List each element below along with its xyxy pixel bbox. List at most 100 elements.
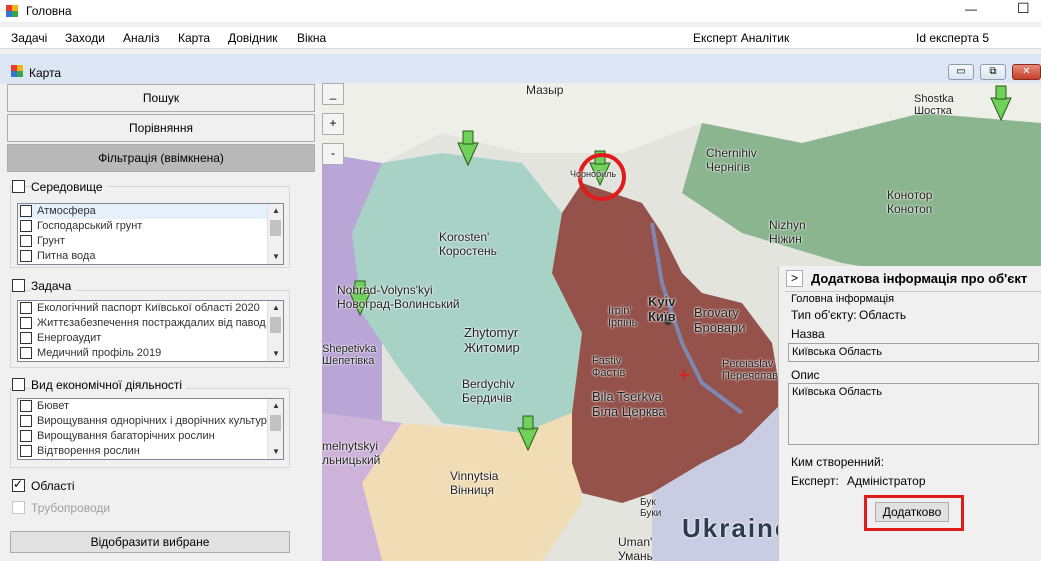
map-window-title: Карта bbox=[29, 66, 62, 80]
list-item[interactable]: Екологічний паспорт Київської області 20… bbox=[18, 301, 283, 316]
activity-list[interactable]: Бювет Вирощування однорічних і дворічних… bbox=[17, 398, 284, 460]
list-item[interactable]: Атмосфера bbox=[18, 204, 283, 219]
list-item[interactable]: Господарський грунт bbox=[18, 219, 283, 234]
environment-label: Середовище bbox=[31, 180, 107, 194]
map-label: Конотор Конотоп bbox=[887, 188, 933, 216]
list-item-label: Життєзабезпечення постраждалих від павод bbox=[37, 317, 266, 329]
map-label: Shepetivka Шепетівка bbox=[322, 343, 377, 367]
activity-checkbox[interactable] bbox=[12, 378, 25, 391]
map-label: Чорнобиль bbox=[570, 169, 617, 179]
task-checkbox[interactable] bbox=[12, 279, 25, 292]
task-label: Задача bbox=[31, 279, 76, 293]
type-label: Тип об'єкту: bbox=[791, 308, 857, 322]
section-label: Головна інформація bbox=[791, 293, 895, 305]
list-item-label: Питна вода bbox=[37, 250, 96, 262]
map-label: Shostka Шостка bbox=[914, 93, 954, 117]
zoom-out-button[interactable]: - bbox=[322, 143, 344, 165]
zoom-in-button[interactable]: + bbox=[322, 113, 344, 135]
menu-reference[interactable]: Довідник bbox=[228, 31, 278, 45]
map-restore-button[interactable]: ⧉ bbox=[980, 64, 1006, 80]
map-label: Berdychiv Бердичів bbox=[462, 377, 515, 405]
list-item-label: Відтворення рослин bbox=[37, 445, 140, 457]
list-item-label: Атмосфера bbox=[37, 205, 96, 217]
map-minimize-button[interactable]: ▭ bbox=[948, 64, 974, 80]
divider bbox=[785, 291, 1041, 292]
info-panel: > Додаткова інформація про об'єкт Головн… bbox=[778, 266, 1041, 561]
regions-checkbox[interactable] bbox=[12, 477, 25, 492]
expert-label: Експерт: bbox=[791, 474, 839, 488]
list-item[interactable]: Життєзабезпечення постраждалих від павод bbox=[18, 316, 283, 331]
map-label: Nizhyn Ніжин bbox=[769, 218, 806, 246]
app-title: Головна bbox=[26, 4, 72, 18]
pipelines-checkbox bbox=[12, 501, 25, 514]
list-item[interactable]: Медичний профіль 2019 bbox=[18, 346, 283, 361]
filter-button[interactable]: Фільтрація (ввімкнена) bbox=[7, 144, 315, 172]
menu-tasks[interactable]: Задачі bbox=[11, 31, 47, 45]
list-item[interactable]: Відтворення рослин bbox=[18, 444, 283, 459]
map-label: Korosten' Коростень bbox=[439, 230, 497, 258]
map-label: Uman' Умань bbox=[618, 535, 653, 561]
map-label: Бук Буки bbox=[640, 497, 662, 519]
menu-bar: Задачі Заходи Аналіз Карта Довідник Вікн… bbox=[0, 27, 1041, 49]
map-label: Irpin' Ірпінь bbox=[608, 305, 638, 329]
list-item-label: Вирощування однорічних і дворічних культ… bbox=[37, 415, 267, 427]
list-item-label: Грунт bbox=[37, 235, 65, 247]
environment-list[interactable]: Атмосфера Господарський грунт Грунт Питн… bbox=[17, 203, 284, 265]
app-title-bar: Головна — ☐ bbox=[0, 0, 1041, 22]
name-label: Назва bbox=[791, 327, 825, 341]
map-window-icon bbox=[11, 65, 23, 77]
list-item[interactable]: Вирощування багаторічних рослин bbox=[18, 429, 283, 444]
list-item[interactable]: Грунт bbox=[18, 234, 283, 249]
list-item[interactable]: Бювет bbox=[18, 399, 283, 414]
list-item-label: Медичний профіль 2019 bbox=[37, 347, 162, 359]
type-value: Область bbox=[859, 308, 907, 322]
list-item-label: Енергоаудит bbox=[37, 332, 102, 344]
pipelines-label: Трубопроводи bbox=[31, 501, 111, 515]
map-label: Fastiv Фастів bbox=[592, 355, 626, 379]
compare-button[interactable]: Порівняння bbox=[7, 114, 315, 142]
list-item-label: Екологічний паспорт Київської області 20… bbox=[37, 302, 260, 314]
menu-windows[interactable]: Вікна bbox=[297, 31, 326, 45]
map-label: Zhytomyr Житомир bbox=[464, 325, 520, 355]
created-by-label: Ким створенний: bbox=[791, 455, 885, 469]
map-label: Ukraine bbox=[682, 513, 792, 543]
regions-label: Області bbox=[31, 479, 75, 493]
list-item[interactable]: Питна вода bbox=[18, 249, 283, 264]
map-label: Nohrad-Volyns'kyi Новоград-Волинський bbox=[337, 283, 460, 311]
show-selected-button[interactable]: Відобразити вибране bbox=[10, 531, 290, 553]
menu-analysis[interactable]: Аналіз bbox=[123, 31, 159, 45]
list-scrollbar[interactable]: ▲ ▼ bbox=[267, 399, 283, 459]
activity-label: Вид економічної діяльності bbox=[31, 378, 187, 392]
zoom-reset-button[interactable]: _ bbox=[322, 83, 344, 105]
list-item-label: Бювет bbox=[37, 400, 69, 412]
map-label: Brovary Бровари bbox=[694, 305, 746, 335]
name-field[interactable]: Київська Область bbox=[788, 343, 1039, 362]
list-item-label: Господарський грунт bbox=[37, 220, 143, 232]
map-close-button[interactable]: ✕ bbox=[1012, 64, 1041, 80]
list-scrollbar[interactable]: ▲ ▼ bbox=[267, 301, 283, 361]
menu-map[interactable]: Карта bbox=[178, 31, 210, 45]
maximize-button[interactable]: ☐ bbox=[1017, 0, 1030, 17]
list-item[interactable]: Енергоаудит bbox=[18, 331, 283, 346]
map-label: melnytskyi льницький bbox=[322, 439, 381, 467]
environment-checkbox[interactable] bbox=[12, 180, 25, 193]
info-panel-title: Додаткова інформація про об'єкт bbox=[811, 271, 1028, 286]
more-button[interactable]: Додатково bbox=[875, 502, 949, 522]
expert-id: Id експерта 5 bbox=[916, 31, 990, 45]
description-label: Опис bbox=[791, 368, 820, 382]
map-label: Pereiaslav Переяслав bbox=[722, 358, 779, 382]
map-label: Vinnytsia Вінниця bbox=[450, 469, 499, 497]
list-item[interactable]: Вирощування однорічних і дворічних культ… bbox=[18, 414, 283, 429]
map-window-caption: Карта ▭ ⧉ ✕ bbox=[0, 54, 1041, 84]
list-scrollbar[interactable]: ▲ ▼ bbox=[267, 204, 283, 264]
search-button[interactable]: Пошук bbox=[7, 84, 315, 112]
menu-measures[interactable]: Заходи bbox=[65, 31, 105, 45]
map-label: Chernihiv Чернігів bbox=[706, 146, 757, 174]
task-list[interactable]: Екологічний паспорт Київської області 20… bbox=[17, 300, 284, 362]
minimize-button[interactable]: — bbox=[965, 2, 977, 16]
map-label: Bila Tserkva Біла Церква bbox=[592, 389, 666, 419]
map-label: Мазыр bbox=[526, 83, 564, 97]
app-icon bbox=[6, 5, 18, 17]
collapse-panel-button[interactable]: > bbox=[786, 270, 803, 287]
description-field[interactable]: Київська Область bbox=[788, 383, 1039, 445]
